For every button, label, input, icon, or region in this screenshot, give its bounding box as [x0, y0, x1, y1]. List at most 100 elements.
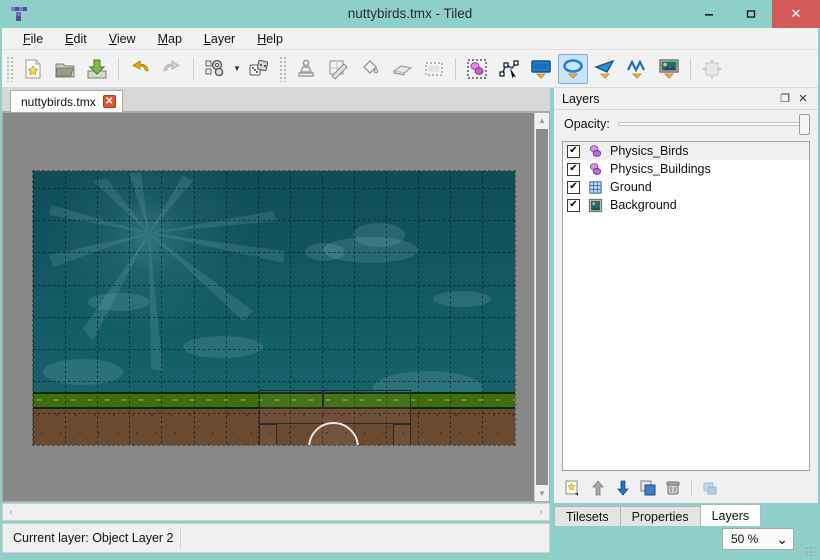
zoom-level-combobox[interactable]: 50 % ⌄ — [722, 528, 794, 550]
object-layer-icon — [587, 143, 603, 159]
opacity-slider[interactable] — [617, 114, 810, 135]
object-rect-pillar-right[interactable] — [393, 424, 411, 445]
close-button[interactable]: ✕ — [772, 0, 820, 28]
menu-help[interactable]: Help — [246, 30, 294, 48]
bucket-fill-icon[interactable] — [355, 54, 385, 84]
menu-edit[interactable]: Edit — [54, 30, 98, 48]
lower-layer-button[interactable] — [612, 477, 634, 499]
float-dock-icon[interactable]: ❐ — [776, 90, 794, 108]
insert-tile-icon[interactable] — [654, 54, 684, 84]
object-rect-pillar-left[interactable] — [259, 424, 277, 445]
document-tab-nuttybirds[interactable]: nuttybirds.tmx ✕ — [10, 90, 123, 112]
close-dock-icon[interactable]: ✕ — [794, 90, 812, 108]
open-file-icon[interactable] — [50, 54, 80, 84]
menu-map-rest: ap — [168, 31, 182, 46]
tile-layer-icon — [587, 179, 603, 195]
layer-opacity-row: Opacity: — [554, 110, 818, 138]
menu-view[interactable]: View — [98, 30, 147, 48]
scroll-down-icon[interactable]: ▼ — [535, 486, 549, 501]
opacity-slider-handle[interactable] — [799, 114, 810, 135]
layer-visibility-checkbox[interactable]: ✔ — [567, 198, 580, 212]
chevron-down-icon[interactable]: ⌄ — [776, 532, 788, 546]
menu-file[interactable]: File — [12, 30, 54, 48]
map-canvas[interactable]: ▲ ▼ — [2, 112, 550, 502]
toolbar-separator-4 — [690, 57, 691, 80]
eraser-icon[interactable] — [387, 54, 417, 84]
stamp-brush-icon[interactable] — [291, 54, 321, 84]
dock-tab-properties[interactable]: Properties — [619, 506, 701, 526]
redo-icon — [157, 54, 187, 84]
vertical-scroll-thumb[interactable] — [536, 129, 548, 485]
title-bar: nuttybirds.tmx - Tiled ✕ — [0, 0, 820, 28]
layer-visibility-checkbox[interactable]: ✔ — [567, 162, 580, 176]
resize-object-icon — [697, 54, 727, 84]
toolbar-grip[interactable] — [6, 55, 15, 82]
rectangular-select-icon[interactable] — [419, 54, 449, 84]
insert-ellipse-icon[interactable] — [558, 53, 588, 84]
layer-visibility-checkbox[interactable]: ✔ — [567, 180, 580, 194]
main-toolbar: ▼ — [2, 50, 818, 88]
edit-polygons-icon[interactable] — [494, 54, 524, 84]
tiled-main-window: nuttybirds.tmx - Tiled ✕ File Edit View … — [0, 0, 820, 560]
object-rect-lintel-left[interactable] — [259, 390, 323, 408]
random-mode-icon[interactable] — [200, 54, 230, 84]
layer-visibility-checkbox[interactable]: ✔ — [567, 144, 580, 158]
layer-name-label: Physics_Birds — [610, 144, 689, 158]
menu-layer-rest: ayer — [210, 31, 236, 46]
save-file-icon[interactable] — [82, 54, 112, 84]
delete-layer-button[interactable] — [662, 477, 684, 499]
dock-tab-bar: Tilesets Properties Layers — [554, 504, 818, 526]
layer-row[interactable]: ✔ Physics_Buildings — [563, 160, 809, 178]
insert-polyline-icon[interactable] — [622, 54, 652, 84]
layer-name-label: Background — [610, 198, 677, 212]
minimize-button[interactable] — [688, 0, 730, 28]
toolbar-separator-3 — [455, 57, 456, 80]
raise-layer-button[interactable] — [587, 477, 609, 499]
duplicate-layer-button[interactable] — [637, 477, 659, 499]
menu-layer[interactable]: Layer — [193, 30, 246, 48]
menu-layer-mnemonic: L — [203, 31, 211, 46]
insert-rectangle-icon[interactable] — [526, 54, 556, 84]
scroll-left-icon[interactable]: ‹ — [3, 504, 19, 520]
chevron-down-icon[interactable]: ▼ — [231, 56, 243, 82]
menu-view-mnemonic: V — [108, 31, 117, 46]
dock-tab-tilesets[interactable]: Tilesets — [554, 506, 621, 526]
object-rect-lintel-right[interactable] — [323, 390, 411, 408]
opacity-label: Opacity: — [564, 117, 610, 131]
window-resize-grip[interactable] — [805, 546, 815, 556]
maximize-button[interactable] — [730, 0, 772, 28]
layers-dock: Layers ❐ ✕ Opacity: ✔ Physics_Birds ✔ Physi… — [554, 88, 818, 503]
new-map-icon[interactable] — [18, 54, 48, 84]
menu-file-rest: ile — [30, 31, 44, 46]
zoom-level-value: 50 % — [731, 532, 759, 546]
close-icon[interactable]: ✕ — [102, 95, 116, 108]
layer-toolbar — [562, 476, 810, 500]
insert-polygon-icon[interactable] — [590, 54, 620, 84]
toolbar-separator-1 — [118, 57, 119, 80]
toolbar-grip-2[interactable] — [279, 55, 288, 82]
map-render-area[interactable] — [32, 170, 516, 446]
layer-list[interactable]: ✔ Physics_Birds ✔ Physics_Buildings ✔ Ground ✔… — [562, 141, 810, 471]
toolbar-separator-2 — [193, 57, 194, 80]
document-tab-label: nuttybirds.tmx — [21, 94, 96, 109]
menu-map[interactable]: Map — [147, 30, 193, 48]
layer-row[interactable]: ✔ Ground — [563, 178, 809, 196]
image-layer-icon — [587, 197, 603, 213]
dock-tab-layers[interactable]: Layers — [699, 504, 762, 526]
undo-icon[interactable] — [125, 54, 155, 84]
layer-row[interactable]: ✔ Background — [563, 196, 809, 214]
dice-icon[interactable] — [244, 54, 274, 84]
select-objects-icon[interactable] — [462, 54, 492, 84]
terrain-brush-icon[interactable] — [323, 54, 353, 84]
scroll-up-icon[interactable]: ▲ — [535, 113, 549, 128]
canvas-vertical-scrollbar[interactable]: ▲ ▼ — [534, 113, 549, 501]
scroll-right-icon[interactable]: › — [533, 504, 549, 520]
cloud-8 — [43, 359, 123, 385]
cloud-6 — [433, 291, 491, 307]
menu-edit-mnemonic: E — [65, 31, 74, 46]
cloud-3 — [305, 243, 345, 261]
new-layer-button[interactable] — [562, 477, 584, 499]
canvas-horizontal-scrollbar[interactable]: ‹ › — [2, 503, 550, 521]
layer-row[interactable]: ✔ Physics_Birds — [563, 142, 809, 160]
menu-file-mnemonic: F — [23, 31, 31, 46]
